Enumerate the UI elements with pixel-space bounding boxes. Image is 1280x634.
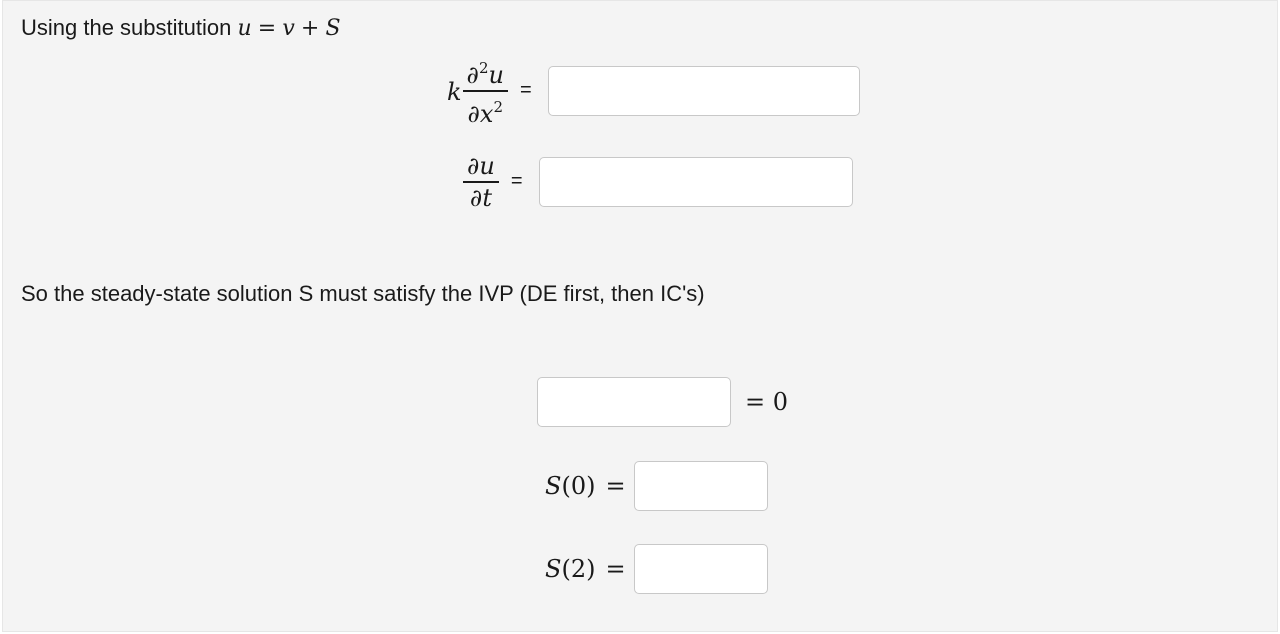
denominator-variable: t [482, 183, 492, 212]
question-panel: Using the substitution u = v + S k ∂2u ∂… [2, 0, 1278, 632]
intro-plus: + [300, 16, 320, 41]
equation-2-answer-input[interactable] [538, 156, 853, 207]
partial-symbol: ∂ [467, 152, 480, 180]
ic-1-row: S(0) = [545, 461, 768, 511]
ic-2-label: S(2) [545, 555, 595, 583]
equation-2-row: ∂u ∂t = [463, 151, 853, 213]
equation-1-equals: = [519, 79, 532, 102]
equation-1-answer-input[interactable] [547, 65, 860, 116]
ic-2-answer-input[interactable] [633, 544, 768, 594]
equation-1-numerator: ∂2u [463, 53, 508, 90]
denominator-variable: x [479, 99, 494, 128]
equation-1-denominator: ∂x2 [464, 92, 508, 129]
numerator-variable: u [488, 61, 504, 89]
equation-1-row: k ∂2u ∂x2 = [447, 53, 860, 129]
equation-2-numerator: ∂u [463, 151, 499, 181]
ic-1-equals: = [605, 472, 626, 500]
partial-symbol: ∂ [466, 61, 479, 89]
de-row: = 0 [537, 377, 788, 427]
intro-var-s: S [325, 16, 341, 41]
intro-text: Using the substitution u = v + S [21, 15, 341, 41]
power: 2 [478, 59, 489, 77]
intro-label: Using the substitution [21, 15, 232, 40]
intro-equals: = [257, 16, 277, 41]
ic-2-equals: = [605, 555, 626, 583]
ic-1-label: S(0) [545, 472, 595, 500]
power: 2 [493, 97, 504, 116]
de-rhs: = 0 [745, 388, 789, 416]
de-answer-input[interactable] [537, 377, 731, 427]
numerator-variable: u [479, 152, 495, 180]
argument: (2) [561, 555, 596, 583]
function-name: S [545, 555, 562, 583]
equation-2-equals: = [510, 170, 523, 193]
argument: (0) [561, 472, 596, 500]
equation-2-fraction: ∂u ∂t [463, 151, 499, 213]
partial-symbol: ∂ [469, 183, 483, 212]
intro-var-u: u [237, 16, 252, 41]
equation-2-denominator: ∂t [466, 183, 496, 213]
equation-1-fraction: ∂2u ∂x2 [462, 53, 508, 129]
intro-var-v: v [282, 16, 295, 41]
ic-1-answer-input[interactable] [633, 461, 768, 511]
function-name: S [545, 472, 562, 500]
partial-symbol: ∂ [467, 99, 480, 128]
ivp-statement: So the steady-state solution S must sati… [21, 281, 705, 306]
ic-2-row: S(2) = [545, 544, 768, 594]
equation-1-coefficient: k [447, 77, 462, 106]
